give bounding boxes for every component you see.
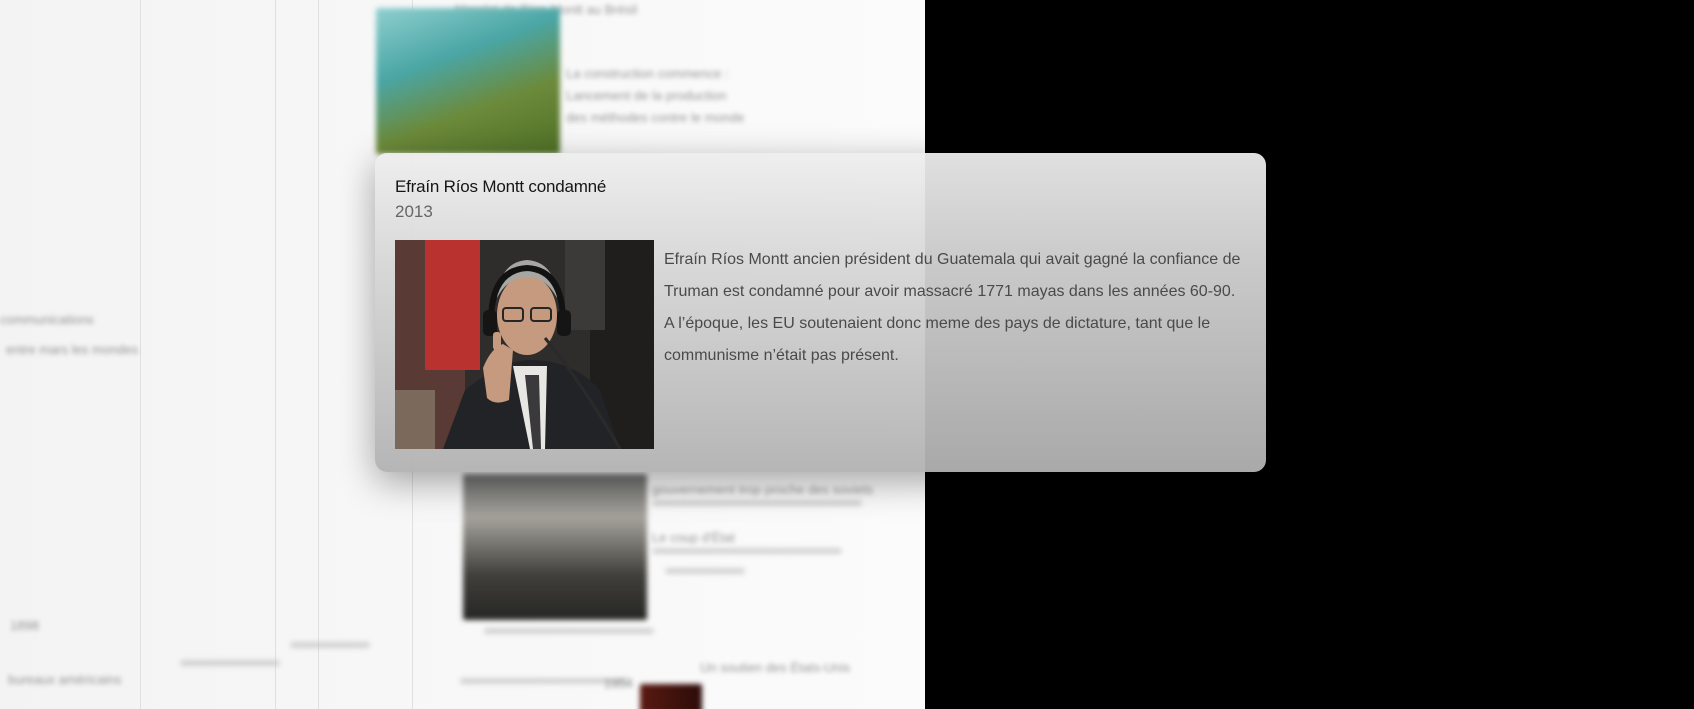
background-text: gouvernement trop proche des soviets: [652, 482, 874, 497]
background-thumbnail: [376, 8, 560, 154]
background-text: entre mars les mondes: [6, 342, 139, 357]
background-thumbnail: [463, 474, 647, 620]
background-text: 1954: [604, 676, 633, 691]
timeline-column-divider: [140, 0, 141, 709]
background-text: La construction commence :: [566, 66, 729, 81]
background-thumbnail: [640, 684, 702, 709]
event-detail-card[interactable]: Efraín Ríos Montt condamné 2013 Efraín R…: [375, 153, 1266, 472]
background-text: bureaux américains: [8, 672, 122, 687]
background-text: des méthodes contre le monde: [566, 110, 745, 125]
background-text-line: [290, 642, 370, 648]
background-text-line: [665, 568, 745, 574]
timeline-column-divider: [318, 0, 319, 709]
event-description: Efraín Ríos Montt ancien président du Gu…: [664, 251, 1241, 364]
background-text: Le coup d'État: [652, 530, 735, 545]
background-text: 1898: [10, 618, 39, 633]
background-text: Un soutien des États-Unis: [700, 660, 851, 675]
event-year: 2013: [395, 202, 433, 221]
background-text-line: [652, 548, 842, 554]
background-text: communications: [0, 312, 94, 327]
event-photo: [395, 240, 654, 449]
background-text-line: [484, 628, 654, 634]
background-text: Lancement de la production: [566, 88, 727, 103]
event-title: Efraín Ríos Montt condamné: [395, 177, 607, 196]
background-text-line: [180, 660, 280, 666]
timeline-column-divider: [275, 0, 276, 709]
event-photo-image: [395, 240, 654, 449]
background-text-line: [652, 500, 862, 506]
